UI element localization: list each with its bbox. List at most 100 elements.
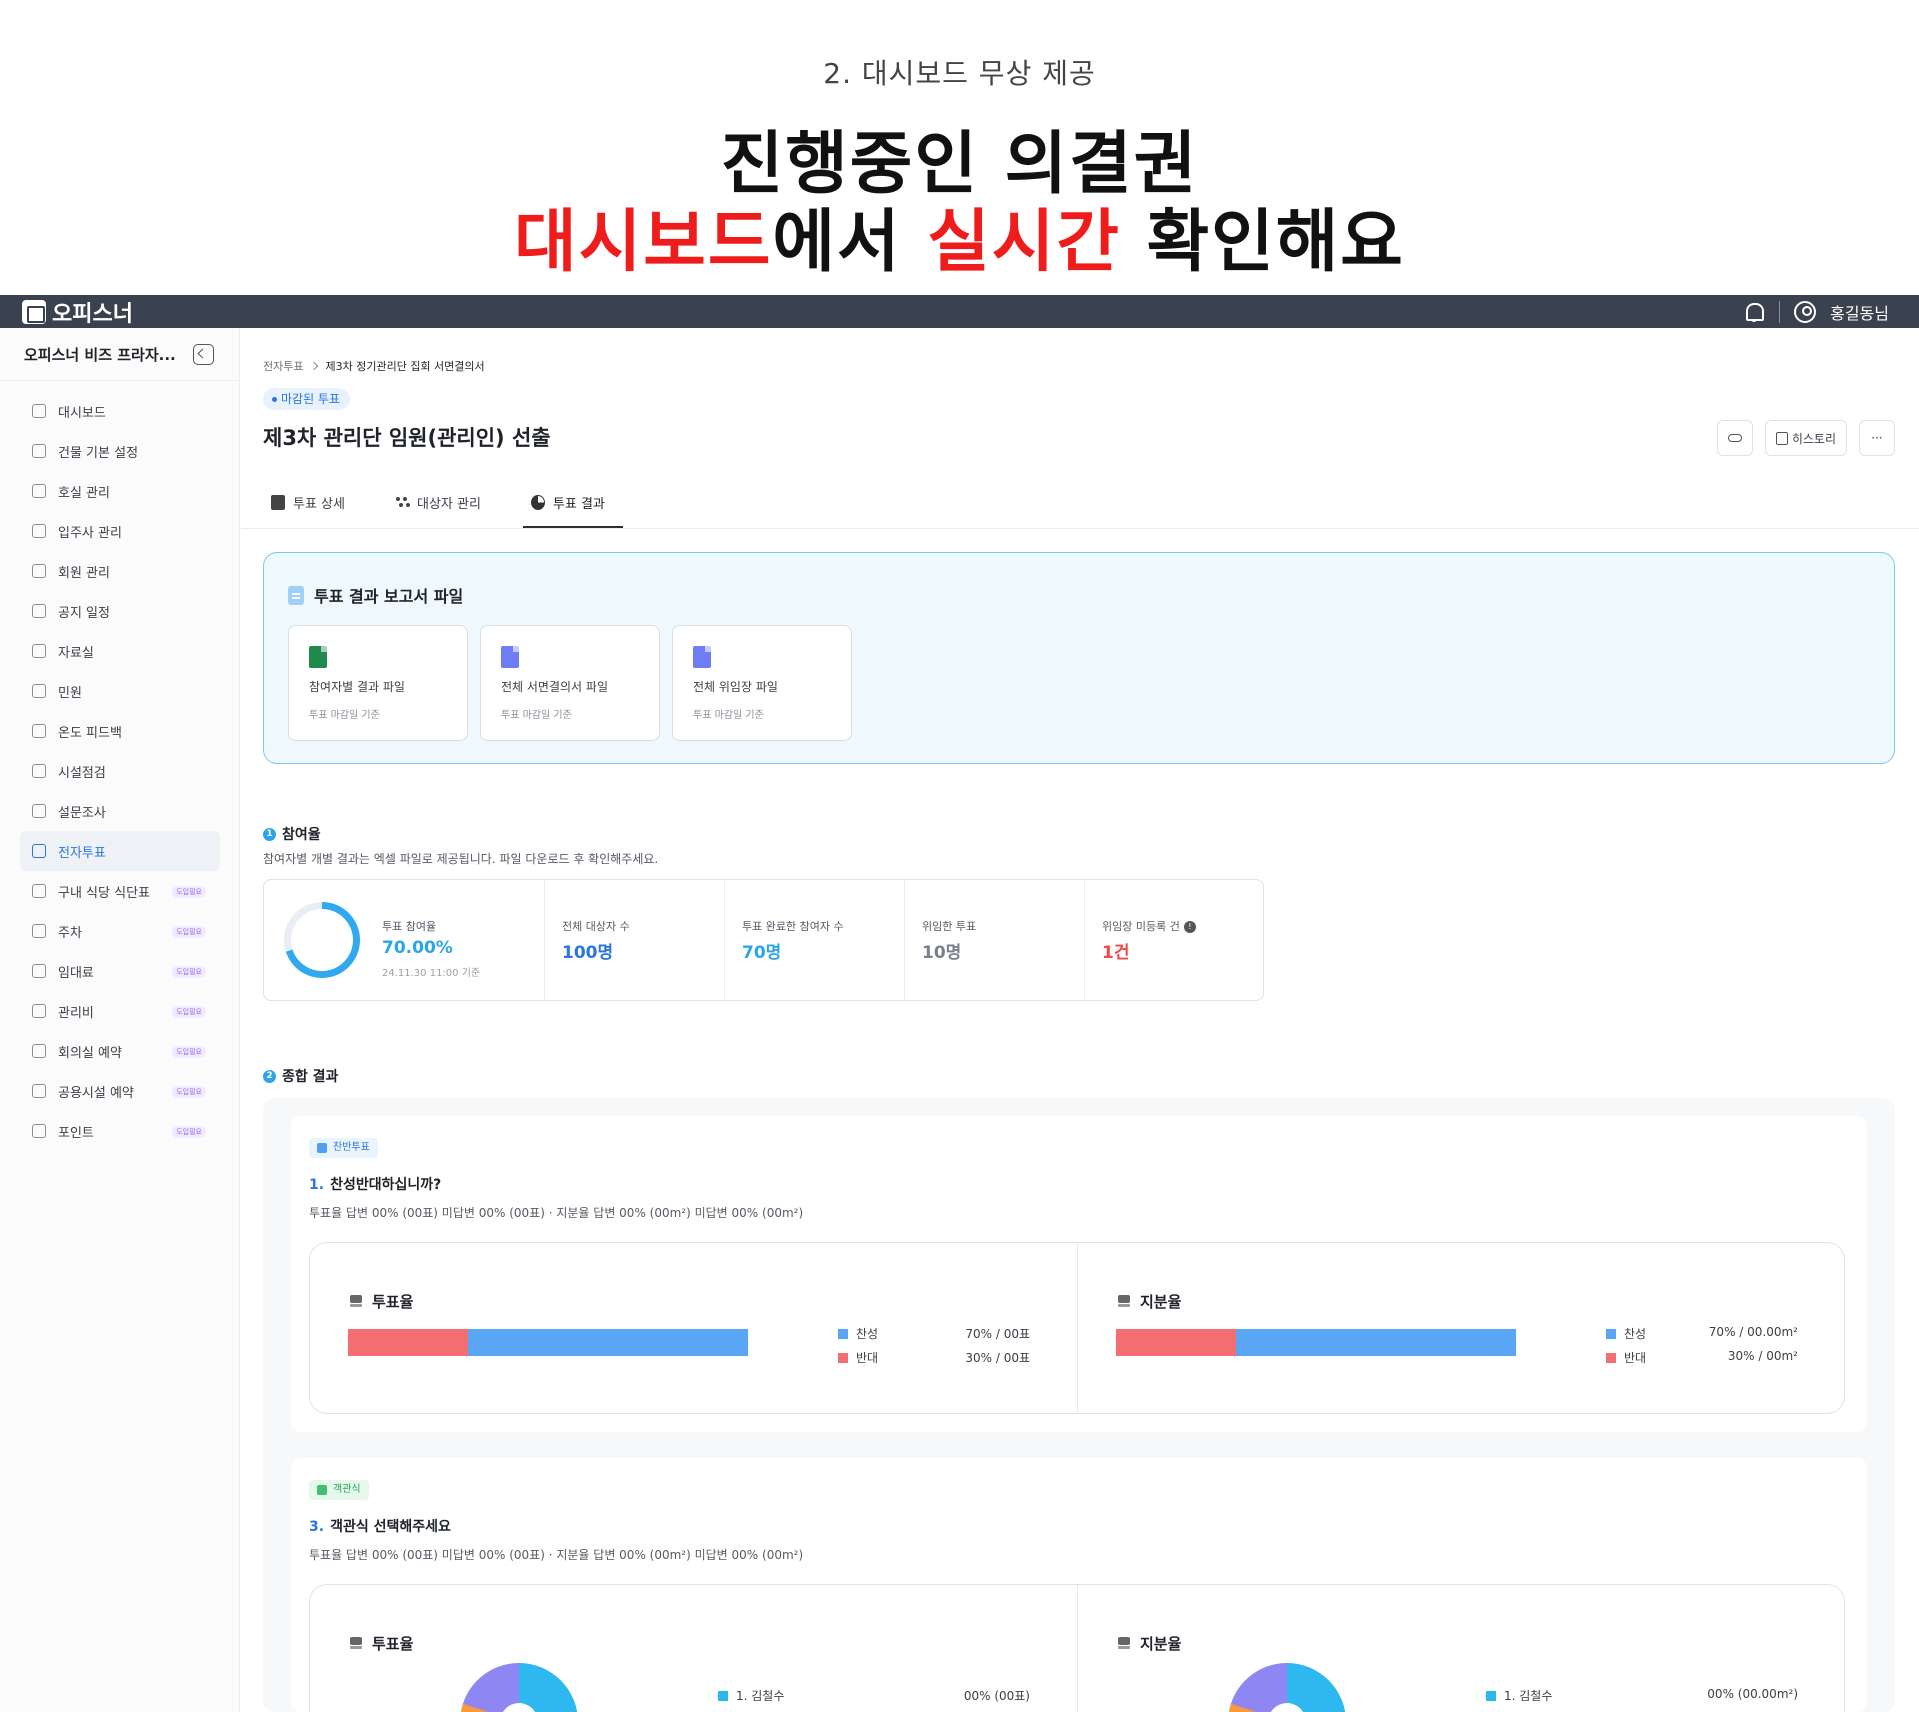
meeting-room-booking-icon xyxy=(32,1044,46,1058)
sidebar-item-rent[interactable]: 임대료 도입필요 xyxy=(20,951,220,991)
legend-value: 70% / 00표 xyxy=(965,1327,1030,1341)
stat-unregistered-proxies: 위임장 미등록 건! 1건 xyxy=(1102,880,1262,1000)
stat-label: 위임장 미등록 건! xyxy=(1102,918,1196,934)
legend-value: 30% / 00m² xyxy=(1727,1349,1798,1363)
question-title: 3. 객관식 선택해주세요 xyxy=(309,1516,451,1536)
legend-value: 00% (00표) xyxy=(963,1689,1030,1703)
file-sub: 투표 마감일 기준 xyxy=(693,710,764,721)
question-result-box: 투표율 찬성 70% / 00표 반대 30% / 00표 지분율 찬성 70%… xyxy=(309,1242,1845,1414)
tab-label: 투표 상세 xyxy=(293,496,345,512)
layers-icon xyxy=(1116,1295,1134,1309)
sidebar-item-cafeteria-menu[interactable]: 구내 식당 식단표 도입필요 xyxy=(20,871,220,911)
bar-segment-no xyxy=(1116,1329,1236,1356)
maintenance-fee-icon xyxy=(32,1004,46,1018)
sidebar-item-room-management[interactable]: 호실 관리 xyxy=(20,471,220,511)
breadcrumb-current: 제3차 정기관리단 집회 서면결의서 xyxy=(325,360,485,373)
sidebar-item-maintenance-fee[interactable]: 관리비 도입필요 xyxy=(20,991,220,1031)
sidebar-item-member-management[interactable]: 회원 관리 xyxy=(20,551,220,591)
sidebar-item-label: 공지 일정 xyxy=(58,605,110,621)
brand-logo[interactable]: 오피스너 xyxy=(22,297,133,327)
room-management-icon xyxy=(32,484,46,498)
sidebar-item-meeting-room-booking[interactable]: 회의실 예약 도입필요 xyxy=(20,1031,220,1071)
vote-rate-title-text: 투표율 xyxy=(372,1635,414,1653)
sidebar-item-shared-facility-booking[interactable]: 공용시설 예약 도입필요 xyxy=(20,1071,220,1111)
sidebar-item-points[interactable]: 포인트 도입필요 xyxy=(20,1111,220,1151)
people-icon xyxy=(395,495,409,510)
sidebar-item-temperature-feedback[interactable]: 온도 피드백 xyxy=(20,711,220,751)
sidebar-item-complaints[interactable]: 민원 xyxy=(20,671,220,711)
copy-link-button[interactable] xyxy=(1716,420,1753,456)
tab-vote-result[interactable]: 투표 결과 xyxy=(522,478,623,528)
more-button[interactable]: ··· xyxy=(1859,420,1895,456)
info-icon[interactable]: ! xyxy=(1183,921,1196,933)
share-rate-title-text: 지분율 xyxy=(1140,1293,1182,1311)
tab-vote-detail[interactable]: 투표 상세 xyxy=(263,478,363,526)
question-type-chip: 찬반투표 xyxy=(309,1138,378,1158)
file-list: 참여자별 결과 파일 투표 마감일 기준 전체 서면결의서 파일 투표 마감일 … xyxy=(288,625,852,741)
building-settings-icon xyxy=(32,444,46,458)
history-label: 히스토리 xyxy=(1791,431,1836,446)
xls-file-icon xyxy=(309,646,327,668)
section-number-badge: 2 xyxy=(263,1069,276,1083)
stat-divider xyxy=(1084,880,1085,1000)
file-card-written-resolutions[interactable]: 전체 서면결의서 파일 투표 마감일 기준 xyxy=(480,625,660,741)
user-name[interactable]: 홍길동님 xyxy=(1830,300,1889,324)
sidebar-item-label: 공용시설 예약 xyxy=(58,1085,134,1101)
topbar-right: 홍길동님 xyxy=(1743,295,1889,328)
sidebar-item-label: 입주사 관리 xyxy=(58,525,122,541)
bell-icon[interactable] xyxy=(1743,301,1765,323)
sidebar-item-parking[interactable]: 주차 도입필요 xyxy=(20,911,220,951)
layers-icon xyxy=(348,1637,366,1651)
result-divider xyxy=(1077,1585,1078,1712)
sidebar: 오피스너 비즈 프라자... 대시보드건물 기본 설정호실 관리입주사 관리회원… xyxy=(0,328,240,1712)
pie-chart-icon xyxy=(530,494,545,510)
stat-divider xyxy=(724,880,725,1000)
sidebar-item-label: 관리비 xyxy=(58,1005,94,1021)
participation-title-text: 참여율 xyxy=(282,827,321,843)
tab-target-management[interactable]: 대상자 관리 xyxy=(387,478,499,526)
user-icon[interactable] xyxy=(1794,300,1817,323)
sidebar-item-e-voting[interactable]: 전자투표 xyxy=(20,831,220,871)
sidebar-collapse-icon[interactable] xyxy=(193,344,214,365)
stat-delegated-votes: 위임한 투표 10명 xyxy=(922,880,1082,1000)
brand-name: 오피스너 xyxy=(52,301,133,327)
stat-value: 10명 xyxy=(922,943,962,963)
rent-icon xyxy=(32,964,46,978)
org-name[interactable]: 오피스너 비즈 프라자... xyxy=(24,344,176,365)
stat-participation-rate: 투표 참여율 70.00% 24.11.30 11:00 기준 xyxy=(264,880,544,1000)
sidebar-item-survey[interactable]: 설문조사 xyxy=(20,791,220,831)
adoption-needed-badge: 도입필요 xyxy=(172,1046,206,1058)
zip-file-icon xyxy=(693,646,711,668)
adoption-needed-badge: 도입필요 xyxy=(172,1126,206,1138)
question-card-yes-no: 찬반투표 1. 찬성반대하십니까? 투표율 답변 00% (00표) 미답변 00… xyxy=(291,1116,1867,1432)
shared-facility-booking-icon xyxy=(32,1084,46,1098)
stat-value: 1건 xyxy=(1102,943,1130,963)
bar-segment-no xyxy=(348,1329,468,1356)
tab-label: 투표 결과 xyxy=(552,496,605,512)
sidebar-item-building-settings[interactable]: 건물 기본 설정 xyxy=(20,431,220,471)
legend-swatch xyxy=(1486,1690,1496,1701)
sidebar-item-dashboard[interactable]: 대시보드 xyxy=(20,391,220,431)
sidebar-item-notice-schedule[interactable]: 공지 일정 xyxy=(20,591,220,631)
main-content: 전자투표 제3차 정기관리단 집회 서면결의서 마감된 투표 제3차 관리단 임… xyxy=(241,328,1919,1712)
dashboard-icon xyxy=(32,404,46,418)
sidebar-item-label: 민원 xyxy=(58,685,82,701)
zip-file-icon xyxy=(501,646,519,668)
legend-swatch xyxy=(1606,1352,1616,1363)
sidebar-item-archive[interactable]: 자료실 xyxy=(20,631,220,671)
bar-segment-yes xyxy=(1236,1329,1516,1356)
history-icon xyxy=(1775,431,1788,445)
file-card-participant-results[interactable]: 참여자별 결과 파일 투표 마감일 기준 xyxy=(288,625,468,741)
sidebar-item-label: 구내 식당 식단표 xyxy=(58,885,150,901)
sidebar-item-facility-inspection[interactable]: 시설점검 xyxy=(20,751,220,791)
sidebar-item-tenant-management[interactable]: 입주사 관리 xyxy=(20,511,220,551)
sidebar-item-label: 건물 기본 설정 xyxy=(58,445,139,461)
stat-label-text: 위임장 미등록 건 xyxy=(1102,920,1180,933)
stat-label: 위임한 투표 xyxy=(922,920,977,933)
legend-value: 30% / 00표 xyxy=(965,1351,1030,1365)
legend-swatch xyxy=(718,1690,728,1701)
share-rate-title: 지분율 xyxy=(1116,1633,1181,1654)
file-card-proxy-letters[interactable]: 전체 위임장 파일 투표 마감일 기준 xyxy=(672,625,852,741)
breadcrumb-root[interactable]: 전자투표 xyxy=(263,358,303,374)
history-button[interactable]: 히스토리 xyxy=(1764,420,1847,456)
